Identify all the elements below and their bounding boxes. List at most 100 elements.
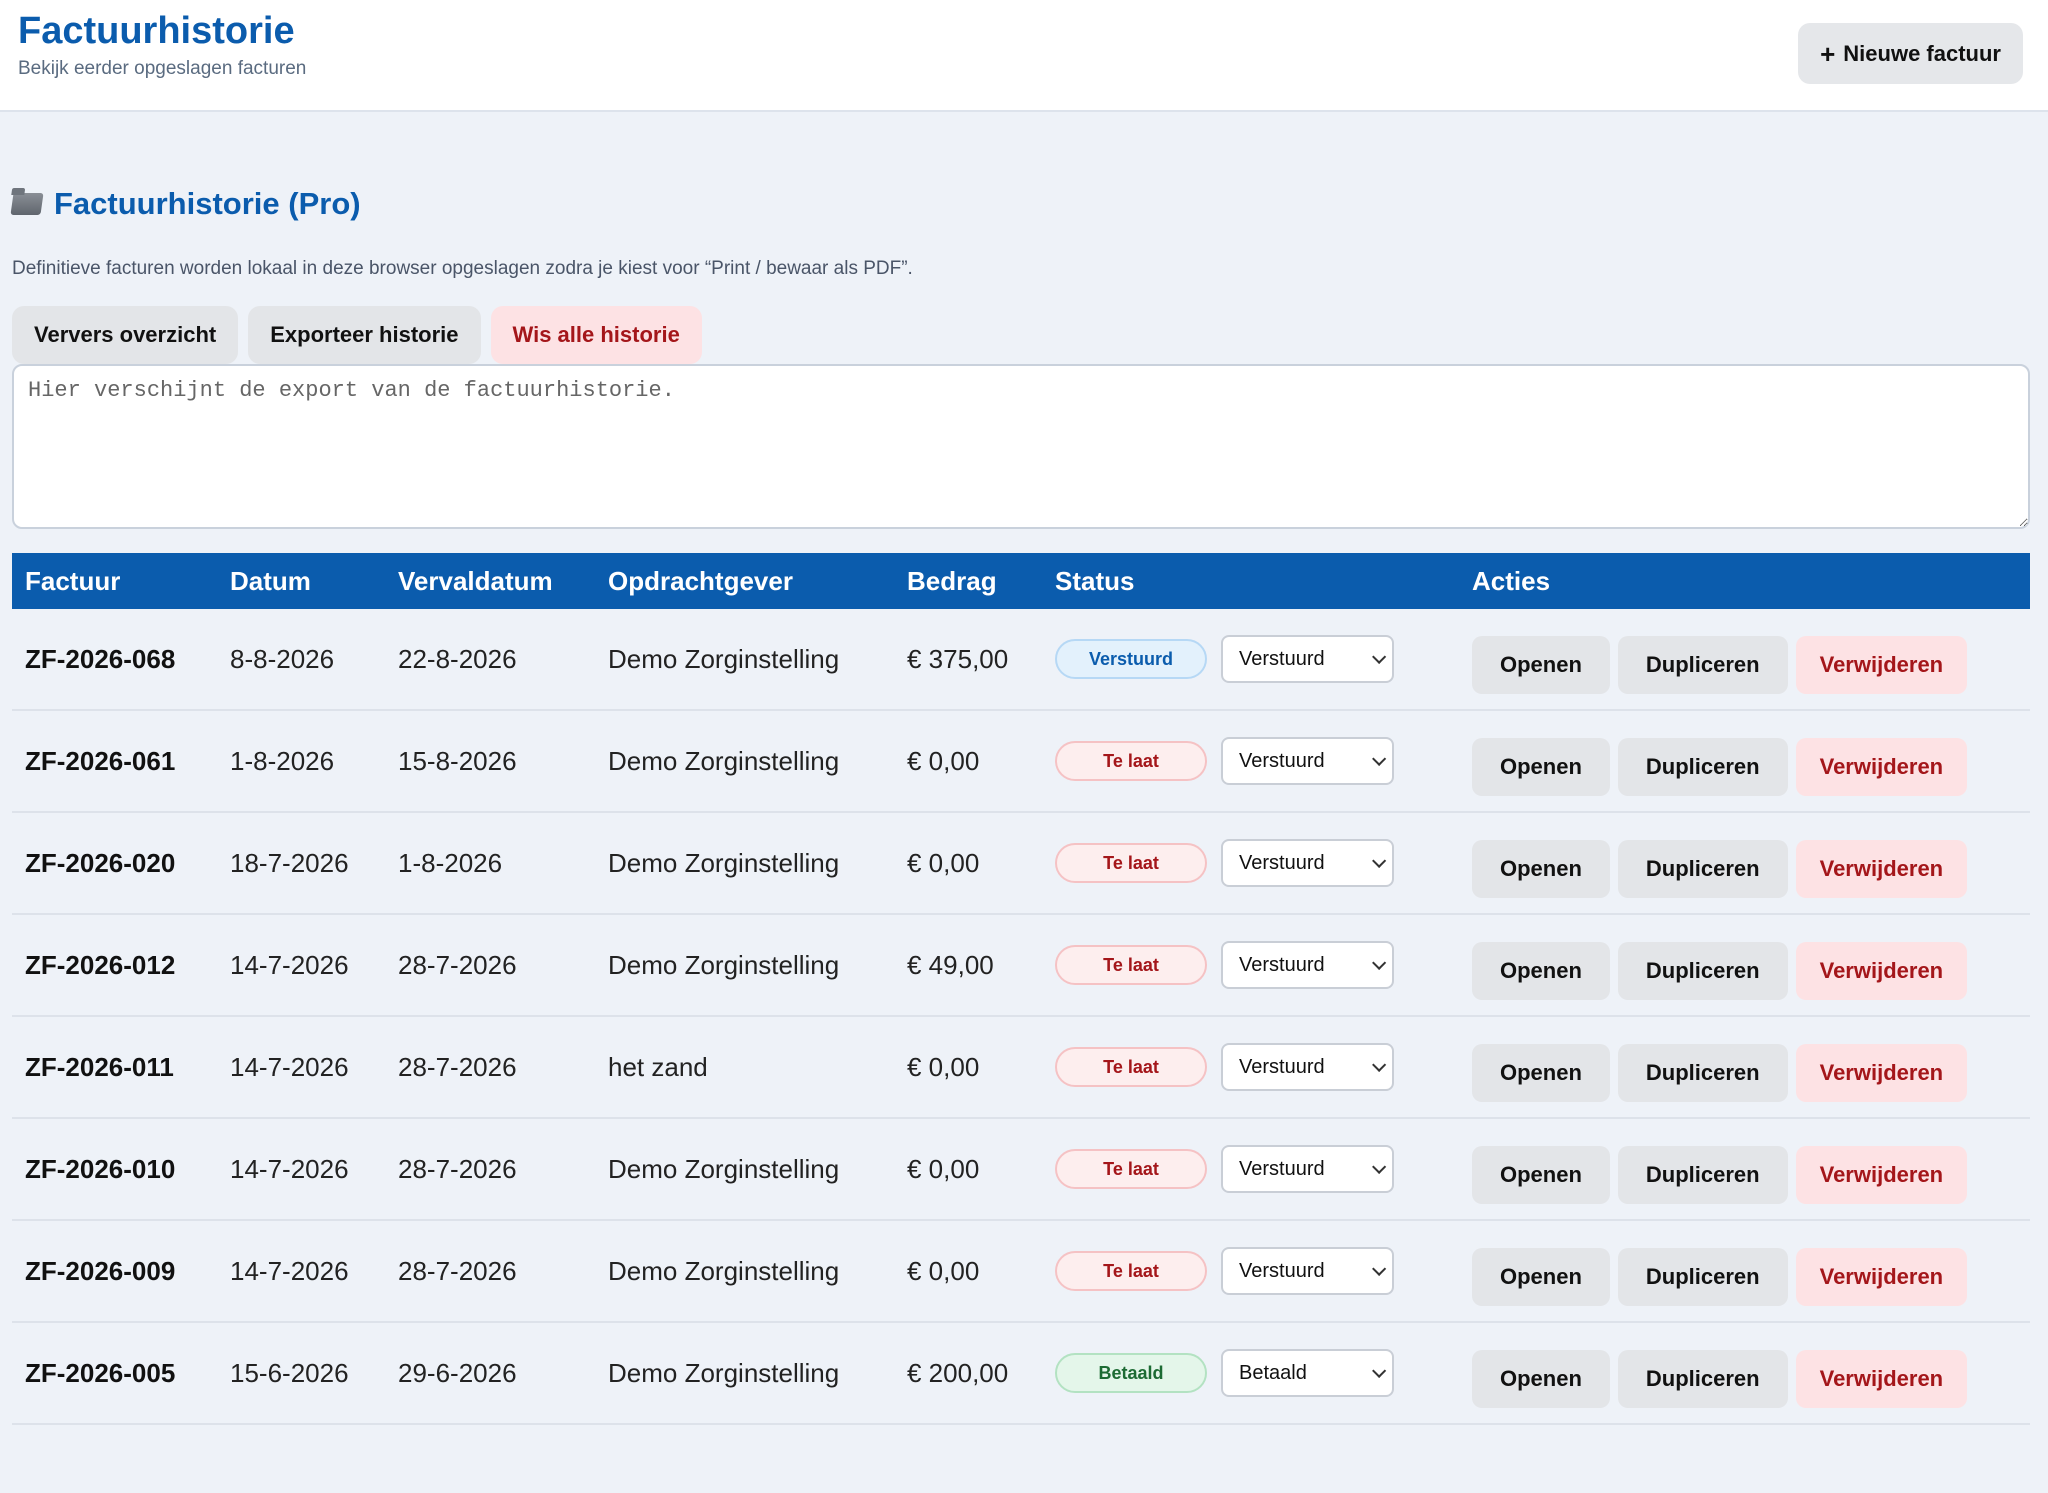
- invoice-date: 14-7-2026: [217, 1220, 385, 1323]
- invoice-amount: € 0,00: [894, 1118, 1042, 1221]
- duplicate-button[interactable]: Dupliceren: [1617, 1044, 1788, 1102]
- section-title: Factuurhistorie (Pro): [54, 186, 361, 221]
- open-button[interactable]: Openen: [1472, 1248, 1610, 1306]
- invoice-amount: € 0,00: [894, 812, 1042, 915]
- clear-history-button[interactable]: Wis alle historie: [490, 306, 702, 364]
- invoice-due-date: 28-7-2026: [385, 1118, 595, 1221]
- open-button[interactable]: Openen: [1472, 1350, 1610, 1408]
- status-badge: Te laat: [1055, 945, 1207, 985]
- invoice-date: 14-7-2026: [217, 1118, 385, 1221]
- status-select-value: Verstuurd: [1239, 1157, 1325, 1180]
- table-row: ZF-2026-010 14-7-2026 28-7-2026 Demo Zorgin…: [12, 1118, 2030, 1221]
- status-select[interactable]: Verstuurd: [1221, 1145, 1394, 1193]
- main-content: Factuurhistorie (Pro) Definitieve factur…: [10, 112, 2030, 1425]
- status-cell: Verstuurd Verstuurd: [1042, 609, 1459, 711]
- delete-button[interactable]: Verwijderen: [1795, 1350, 1968, 1408]
- chevron-down-icon: [1372, 1363, 1387, 1378]
- table-header-row: Factuur Datum Vervaldatum Opdrachtgever …: [12, 553, 2030, 609]
- duplicate-button[interactable]: Dupliceren: [1617, 636, 1788, 694]
- status-select[interactable]: Verstuurd: [1221, 1043, 1394, 1091]
- invoice-client: Demo Zorginstelling: [595, 812, 894, 915]
- status-badge: Te laat: [1055, 741, 1207, 781]
- invoice-client: Demo Zorginstelling: [595, 1118, 894, 1221]
- status-cell: Te laat Verstuurd: [1042, 1220, 1459, 1323]
- section-heading: Factuurhistorie (Pro): [10, 184, 2030, 224]
- export-history-button[interactable]: Exporteer historie: [248, 306, 481, 364]
- invoice-number: ZF-2026-020: [12, 812, 217, 915]
- delete-button[interactable]: Verwijderen: [1795, 1248, 1968, 1306]
- invoice-due-date: 28-7-2026: [385, 1220, 595, 1323]
- invoice-client: Demo Zorginstelling: [595, 1322, 894, 1425]
- actions-cell: Openen Dupliceren Verwijderen: [1459, 1016, 2030, 1119]
- delete-button[interactable]: Verwijderen: [1795, 840, 1968, 898]
- duplicate-button[interactable]: Dupliceren: [1617, 942, 1788, 1000]
- invoice-number: ZF-2026-061: [12, 710, 217, 813]
- invoice-client: Demo Zorginstelling: [595, 710, 894, 813]
- status-select-value: Verstuurd: [1239, 1055, 1325, 1078]
- invoice-amount: € 200,00: [894, 1322, 1042, 1425]
- table-body: ZF-2026-068 8-8-2026 22-8-2026 Demo Zorgins…: [12, 609, 2030, 1425]
- invoice-client: Demo Zorginstelling: [595, 914, 894, 1017]
- delete-button[interactable]: Verwijderen: [1795, 636, 1968, 694]
- duplicate-button[interactable]: Dupliceren: [1617, 1146, 1788, 1204]
- status-badge: Te laat: [1055, 1047, 1207, 1087]
- new-invoice-button[interactable]: + Nieuwe factuur: [1798, 23, 2023, 84]
- invoice-due-date: 28-7-2026: [385, 914, 595, 1017]
- invoice-date: 8-8-2026: [217, 609, 385, 711]
- duplicate-button[interactable]: Dupliceren: [1617, 1350, 1788, 1408]
- export-textarea[interactable]: [12, 364, 2030, 529]
- open-button[interactable]: Openen: [1472, 942, 1610, 1000]
- chevron-down-icon: [1372, 751, 1387, 766]
- delete-button[interactable]: Verwijderen: [1795, 1146, 1968, 1204]
- duplicate-button[interactable]: Dupliceren: [1617, 738, 1788, 796]
- col-due-date: Vervaldatum: [398, 565, 553, 596]
- top-bar: Factuurhistorie Bekijk eerder opgeslagen…: [0, 0, 2048, 112]
- invoice-amount: € 0,00: [894, 1016, 1042, 1119]
- status-select-value: Verstuurd: [1239, 851, 1325, 874]
- open-button[interactable]: Openen: [1472, 1044, 1610, 1102]
- status-select[interactable]: Verstuurd: [1221, 635, 1394, 683]
- page-title: Factuurhistorie: [18, 10, 295, 52]
- open-button[interactable]: Openen: [1472, 1146, 1610, 1204]
- open-button[interactable]: Openen: [1472, 840, 1610, 898]
- table-row: ZF-2026-011 14-7-2026 28-7-2026 het zand € 0…: [12, 1016, 2030, 1119]
- col-invoice: Factuur: [25, 565, 121, 596]
- status-select-value: Verstuurd: [1239, 647, 1325, 670]
- chevron-down-icon: [1372, 1261, 1387, 1276]
- invoice-number: ZF-2026-012: [12, 914, 217, 1017]
- invoice-number: ZF-2026-005: [12, 1322, 217, 1425]
- table-row: ZF-2026-012 14-7-2026 28-7-2026 Demo Zorgin…: [12, 914, 2030, 1017]
- table-row: ZF-2026-020 18-7-2026 1-8-2026 Demo Zorgins…: [12, 812, 2030, 915]
- duplicate-button[interactable]: Dupliceren: [1617, 840, 1788, 898]
- open-button[interactable]: Openen: [1472, 636, 1610, 694]
- delete-button[interactable]: Verwijderen: [1795, 738, 1968, 796]
- status-badge: Te laat: [1055, 1149, 1207, 1189]
- col-status: Status: [1055, 565, 1135, 596]
- status-select[interactable]: Betaald: [1221, 1349, 1394, 1397]
- status-select[interactable]: Verstuurd: [1221, 839, 1394, 887]
- open-button[interactable]: Openen: [1472, 738, 1610, 796]
- status-cell: Te laat Verstuurd: [1042, 1016, 1459, 1119]
- chevron-down-icon: [1372, 955, 1387, 970]
- table-row: ZF-2026-068 8-8-2026 22-8-2026 Demo Zorgins…: [12, 609, 2030, 711]
- actions-cell: Openen Dupliceren Verwijderen: [1459, 812, 2030, 915]
- invoice-number: ZF-2026-011: [12, 1016, 217, 1119]
- delete-button[interactable]: Verwijderen: [1795, 942, 1968, 1000]
- invoice-number: ZF-2026-068: [12, 609, 217, 711]
- invoice-due-date: 28-7-2026: [385, 1016, 595, 1119]
- status-cell: Te laat Verstuurd: [1042, 710, 1459, 813]
- status-select[interactable]: Verstuurd: [1221, 1247, 1394, 1295]
- invoice-due-date: 1-8-2026: [385, 812, 595, 915]
- status-select-value: Betaald: [1239, 1361, 1307, 1384]
- refresh-overview-button[interactable]: Ververs overzicht: [12, 306, 239, 364]
- invoice-date: 1-8-2026: [217, 710, 385, 813]
- status-select[interactable]: Verstuurd: [1221, 941, 1394, 989]
- col-client: Opdrachtgever: [608, 565, 793, 596]
- status-select[interactable]: Verstuurd: [1221, 737, 1394, 785]
- chevron-down-icon: [1372, 1057, 1387, 1072]
- chevron-down-icon: [1372, 1159, 1387, 1174]
- delete-button[interactable]: Verwijderen: [1795, 1044, 1968, 1102]
- chevron-down-icon: [1372, 649, 1387, 664]
- table-row: ZF-2026-009 14-7-2026 28-7-2026 Demo Zorgin…: [12, 1220, 2030, 1323]
- duplicate-button[interactable]: Dupliceren: [1617, 1248, 1788, 1306]
